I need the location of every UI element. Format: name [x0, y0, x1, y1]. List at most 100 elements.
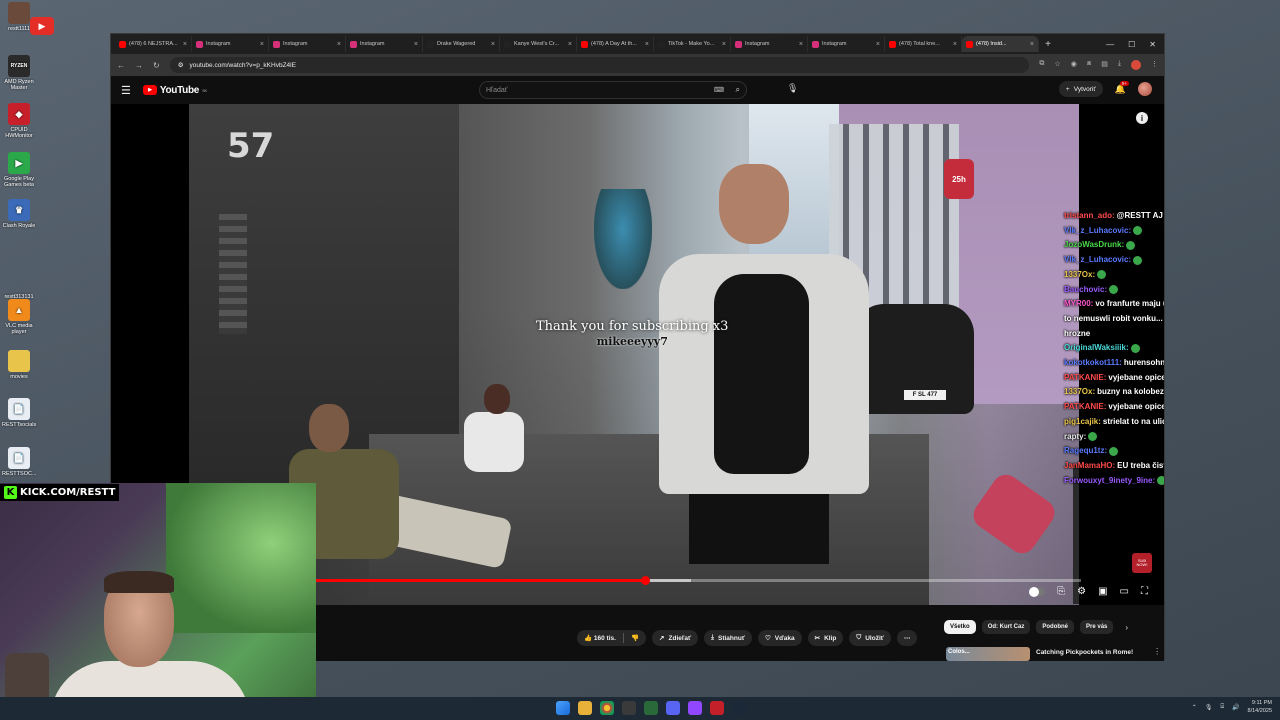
like-button[interactable]: 👍 160 tis. [584, 634, 616, 642]
chat-username[interactable]: Ragequ1tz: [1064, 446, 1107, 455]
terminal-icon[interactable] [622, 701, 636, 715]
chat-username[interactable]: PATKANIE: [1064, 402, 1106, 411]
tab-close-icon[interactable]: × [1030, 41, 1034, 48]
network-icon[interactable]: ⌸ [1220, 704, 1224, 711]
microphone-icon[interactable]: 🎙 [787, 83, 798, 94]
search-icon[interactable]: ⌕ [736, 85, 740, 95]
install-icon[interactable]: ⧉ [1039, 60, 1044, 70]
minimize-icon[interactable]: — [1106, 40, 1114, 49]
keyboard-icon[interactable]: ⌨ [714, 86, 724, 94]
volume-icon[interactable]: 🔊 [1232, 704, 1239, 711]
desktop-icon[interactable]: RYZEN AMD Ryzen Master [2, 55, 36, 91]
youtube-desktop-icon[interactable]: ▶ [30, 17, 54, 35]
clip-button[interactable]: ✂ Klip [807, 630, 844, 646]
chip-related[interactable]: Podobné [1036, 620, 1075, 634]
browser-tab[interactable]: Instagram × [346, 36, 423, 52]
file-explorer-icon[interactable] [578, 701, 592, 715]
hamburger-icon[interactable]: ☰ [121, 84, 131, 97]
browser-tab[interactable]: (478) A Day At th... × [577, 36, 654, 52]
browser-tab[interactable]: (478) 6 NEJSTRA... × [115, 36, 192, 52]
chat-username[interactable]: MYR00: [1064, 299, 1093, 308]
recommended-menu-icon[interactable]: ⋮ [1153, 647, 1161, 661]
subtitles-icon[interactable]: ⎘ [1057, 586, 1065, 597]
reload-icon[interactable]: ↻ [153, 61, 160, 70]
more-actions-button[interactable]: ⋯ [896, 630, 918, 646]
search-input[interactable]: Hľadať ⌨ ⌕ [479, 81, 747, 99]
account-avatar[interactable] [1138, 82, 1152, 96]
tab-close-icon[interactable]: × [722, 41, 726, 48]
tab-close-icon[interactable]: × [183, 41, 187, 48]
chip-for-you[interactable]: Pre vás [1080, 620, 1114, 634]
chrome-icon[interactable] [600, 701, 614, 715]
chat-username[interactable]: Forwouxyt_9inety_9ine: [1064, 476, 1155, 485]
browser-tab[interactable]: (478) Insid... × [962, 36, 1039, 52]
chip-from-channel[interactable]: Od: Kurt Caz [981, 620, 1031, 634]
browser-tab[interactable]: (478) Total kne... × [885, 36, 962, 52]
discord-icon[interactable] [666, 701, 680, 715]
settings-gear-icon[interactable]: ⚙ [1077, 586, 1086, 597]
fullscreen-icon[interactable]: ⛶ [1141, 586, 1148, 597]
chat-username[interactable]: rapty: [1064, 432, 1086, 441]
chat-username[interactable]: kokotkokot111: [1064, 358, 1122, 367]
site-info-icon[interactable]: ⚙ [178, 61, 184, 69]
puzzle-icon[interactable]: ⧈ [1087, 60, 1091, 70]
steam-icon[interactable] [732, 701, 746, 715]
back-icon[interactable]: ← [117, 61, 125, 70]
tab-close-icon[interactable]: × [337, 41, 341, 48]
chat-username[interactable]: 1337Ox: [1064, 387, 1095, 396]
chat-username[interactable]: Vlk_z_Luhacovic: [1064, 226, 1131, 235]
app-red-icon[interactable] [710, 701, 724, 715]
clock[interactable]: 9:11 PM 8/14/2025 [1248, 699, 1272, 715]
bookmark-star-icon[interactable]: ☆ [1054, 60, 1060, 70]
xbox-icon[interactable] [644, 701, 658, 715]
desktop-icon[interactable]: 📄 RESTTsocials [2, 398, 36, 428]
chevron-right-icon[interactable]: › [1125, 623, 1128, 632]
twitch-icon[interactable] [688, 701, 702, 715]
tab-close-icon[interactable]: × [953, 41, 957, 48]
chat-username[interactable]: 1337Ox: [1064, 270, 1095, 279]
desktop-icon[interactable]: ◆ CPUID HWMonitor [2, 103, 36, 139]
tab-close-icon[interactable]: × [568, 41, 572, 48]
kebab-menu-icon[interactable]: ⋮ [1151, 60, 1158, 70]
chat-username[interactable]: tristann_ado: [1064, 211, 1115, 220]
close-icon[interactable]: ✕ [1149, 40, 1156, 49]
desktop-icon[interactable]: ▲ VLC media player [2, 299, 36, 335]
info-icon[interactable]: i [1136, 112, 1148, 124]
notifications-bell-icon[interactable]: 🔔 9+ [1115, 80, 1129, 95]
share-button[interactable]: ↗ Zdieľať [652, 630, 699, 646]
chat-username[interactable]: Vlk_z_Luhacovic: [1064, 255, 1131, 264]
progress-scrubber[interactable] [640, 576, 650, 585]
desktop-icon[interactable]: ♛ Clash Royale [2, 199, 36, 229]
miniplayer-icon[interactable]: ▣ [1098, 586, 1107, 597]
maximize-icon[interactable]: ☐ [1128, 40, 1135, 49]
desktop-icon[interactable]: ▶ Google Play Games beta [2, 152, 36, 188]
url-field[interactable]: ⚙ youtube.com/watch?v=p_kKHvbZ4lE [169, 57, 1030, 73]
tab-close-icon[interactable]: × [799, 41, 803, 48]
tab-close-icon[interactable]: × [491, 41, 495, 48]
chat-username[interactable]: Bauchovic: [1064, 285, 1107, 294]
chat-username[interactable]: pig1cajik: [1064, 417, 1101, 426]
autoplay-toggle[interactable] [1029, 586, 1046, 597]
new-tab-button[interactable]: + [1039, 39, 1057, 50]
browser-tab[interactable]: Kanye West's Cr... × [500, 36, 577, 52]
microphone-tray-icon[interactable]: 🎙 [1205, 704, 1213, 711]
youtube-logo[interactable]: ▶ YouTube SK [142, 85, 207, 96]
browser-tab[interactable]: Instagram × [192, 36, 269, 52]
chat-username[interactable]: JanMamaHO: [1064, 461, 1115, 470]
tab-close-icon[interactable]: × [260, 41, 264, 48]
chat-username[interactable]: PATKANIE: [1064, 373, 1106, 382]
browser-tab[interactable]: Instagram × [808, 36, 885, 52]
download-button[interactable]: ⤓ Stiahnuť [704, 630, 752, 646]
recommended-video[interactable]: Colos... Catching Pickpockets in Rome! ⋮ [946, 647, 1161, 661]
thanks-button[interactable]: ♡ Vďaka [757, 630, 802, 646]
tray-chevron-icon[interactable]: ⌃ [1192, 704, 1197, 711]
browser-tab[interactable]: TikTok - Make Yo... × [654, 36, 731, 52]
theater-mode-icon[interactable]: ▭ [1120, 586, 1129, 597]
progress-bar[interactable] [316, 576, 1081, 585]
create-button[interactable]: + Vytvoriť [1058, 81, 1103, 97]
chat-username[interactable]: JozoWasDrunk: [1064, 240, 1124, 249]
browser-tab[interactable]: Instagram × [269, 36, 346, 52]
chip-all[interactable]: Všetko [944, 620, 976, 634]
forward-icon[interactable]: → [135, 61, 143, 70]
download-icon[interactable]: ⤓ [1118, 60, 1121, 70]
